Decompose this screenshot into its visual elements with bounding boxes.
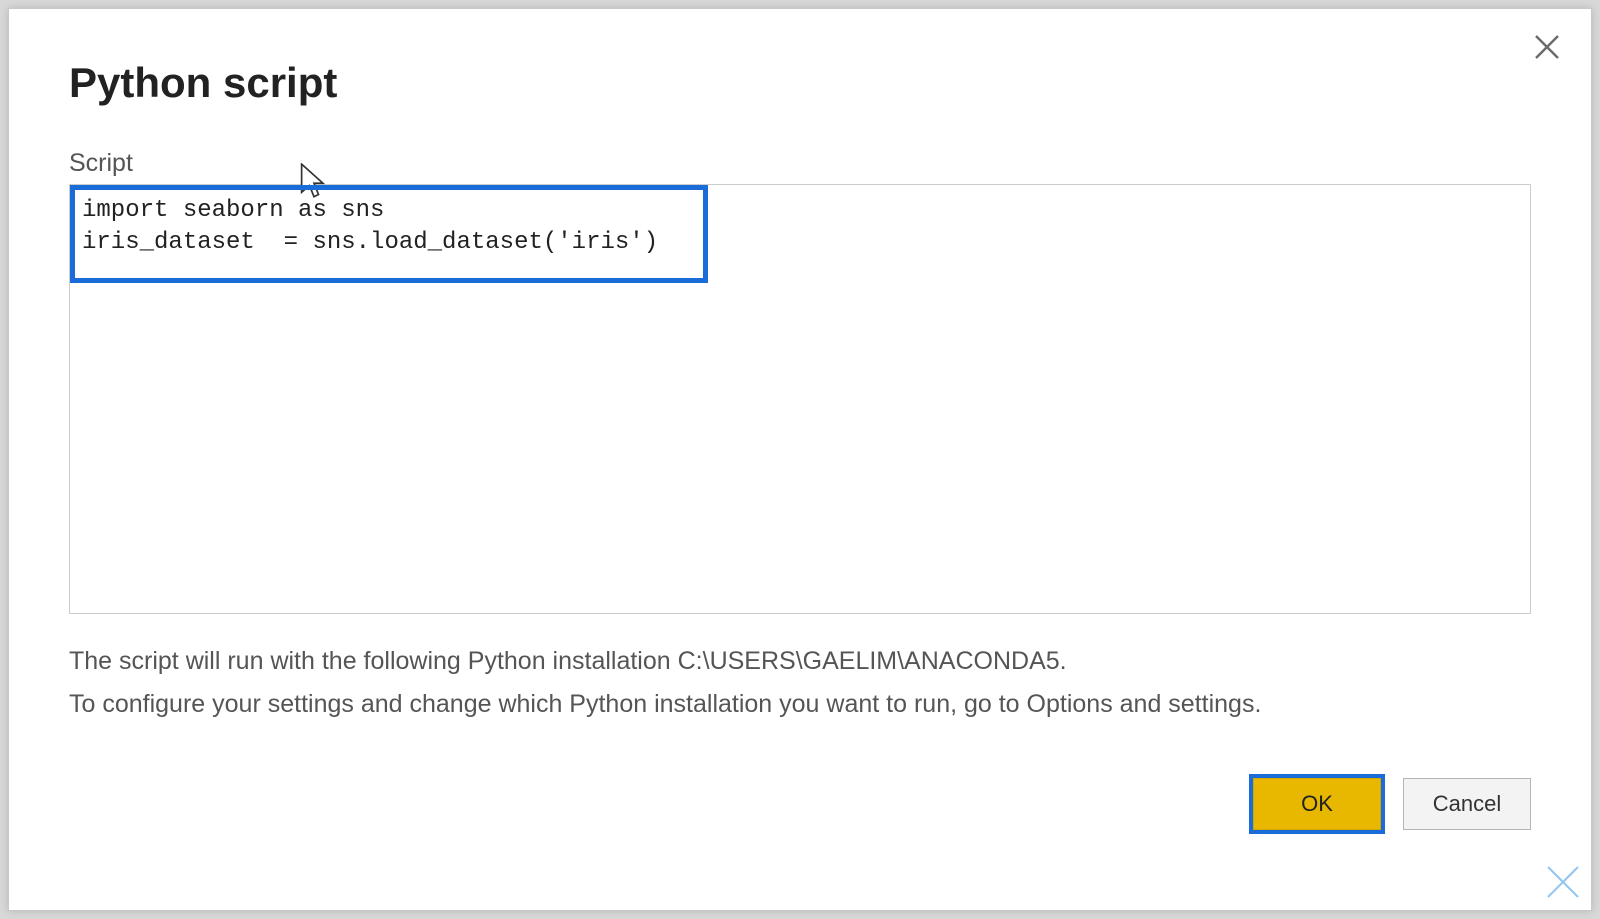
helper-text-line1: The script will run with the following P… xyxy=(69,640,1531,683)
dna-watermark-icon xyxy=(1543,862,1583,902)
cancel-button[interactable]: Cancel xyxy=(1403,778,1531,830)
dialog-backdrop: Python script Script The script will run… xyxy=(0,0,1600,919)
script-field-label: Script xyxy=(69,149,1531,178)
ok-button[interactable]: OK xyxy=(1253,778,1381,830)
script-input[interactable] xyxy=(82,195,1518,603)
helper-text-line2: To configure your settings and change wh… xyxy=(69,683,1531,726)
script-input-container xyxy=(69,184,1531,614)
dialog-button-row: OK Cancel xyxy=(1253,778,1531,830)
dialog-title: Python script xyxy=(69,59,1531,107)
helper-text-block: The script will run with the following P… xyxy=(69,640,1531,725)
close-icon[interactable] xyxy=(1531,31,1563,63)
python-script-dialog: Python script Script The script will run… xyxy=(8,8,1592,911)
